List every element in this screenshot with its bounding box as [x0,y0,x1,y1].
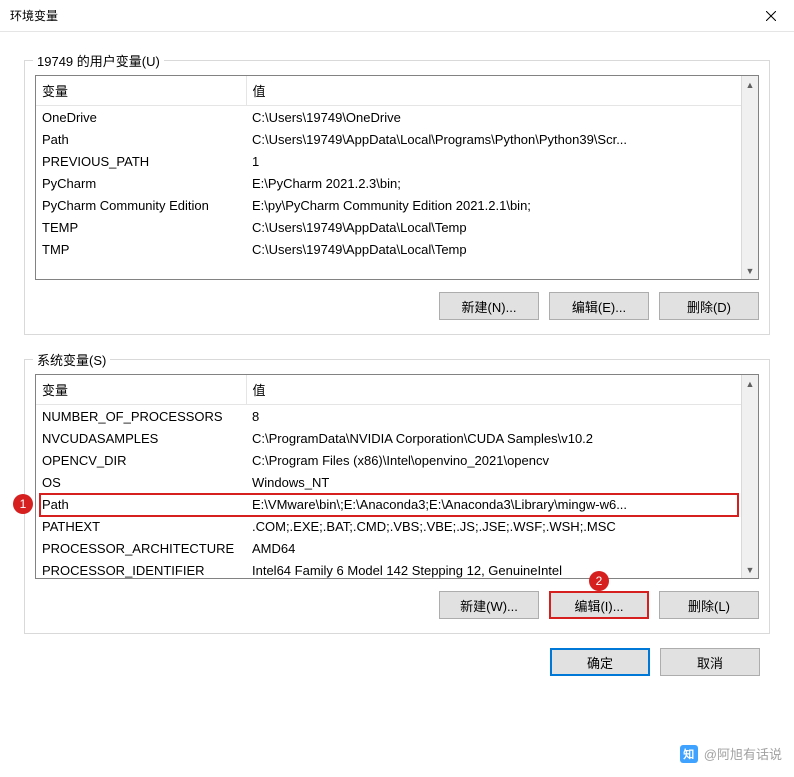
system-table-wrap: 变量 值 NUMBER_OF_PROCESSORS8NVCUDASAMPLESC… [35,374,759,579]
scroll-up-icon[interactable]: ▲ [742,76,758,93]
annotation-marker-2: 2 [589,571,609,591]
window-title: 环境变量 [10,7,58,24]
watermark: 知 @阿旭有话说 [680,744,782,763]
cell-variable: Path [36,493,246,515]
system-table[interactable]: 变量 值 NUMBER_OF_PROCESSORS8NVCUDASAMPLESC… [36,375,741,578]
cell-variable: PREVIOUS_PATH [36,150,246,172]
titlebar: 环境变量 [0,0,794,32]
cell-variable: PyCharm Community Edition [36,194,246,216]
system-delete-button[interactable]: 删除(L) [659,591,759,619]
table-row[interactable]: NVCUDASAMPLESC:\ProgramData\NVIDIA Corpo… [36,427,741,449]
system-scrollbar[interactable]: ▲ ▼ [741,375,758,578]
user-table[interactable]: 变量 值 OneDriveC:\Users\19749\OneDrivePath… [36,76,741,279]
system-button-row: 新建(W)... 编辑(I)... 删除(L) [35,591,759,619]
close-button[interactable] [748,0,794,32]
user-table-wrap: 变量 值 OneDriveC:\Users\19749\OneDrivePath… [35,75,759,280]
cell-value: C:\Users\19749\AppData\Local\Temp [246,216,741,238]
system-edit-button[interactable]: 编辑(I)... [549,591,649,619]
table-row[interactable]: TMPC:\Users\19749\AppData\Local\Temp [36,238,741,260]
cell-variable: PROCESSOR_IDENTIFIER [36,559,246,578]
zhihu-logo-icon: 知 [680,745,698,763]
cell-value: C:\Users\19749\AppData\Local\Temp [246,238,741,260]
cell-variable: NUMBER_OF_PROCESSORS [36,405,246,428]
table-row[interactable]: PathC:\Users\19749\AppData\Local\Program… [36,128,741,150]
cell-value: E:\py\PyCharm Community Edition 2021.2.1… [246,194,741,216]
table-row[interactable]: TEMPC:\Users\19749\AppData\Local\Temp [36,216,741,238]
user-delete-button[interactable]: 删除(D) [659,292,759,320]
user-scrollbar[interactable]: ▲ ▼ [741,76,758,279]
cancel-button[interactable]: 取消 [660,648,760,676]
cell-variable: OS [36,471,246,493]
cell-value: C:\Program Files (x86)\Intel\openvino_20… [246,449,741,471]
cell-variable: NVCUDASAMPLES [36,427,246,449]
user-group-label: 19749 的用户变量(U) [33,51,164,70]
scroll-down-icon[interactable]: ▼ [742,561,758,578]
table-row[interactable]: PATHEXT.COM;.EXE;.BAT;.CMD;.VBS;.VBE;.JS… [36,515,741,537]
table-row[interactable]: NUMBER_OF_PROCESSORS8 [36,405,741,428]
cell-value: E:\PyCharm 2021.2.3\bin; [246,172,741,194]
user-button-row: 新建(N)... 编辑(E)... 删除(D) [35,292,759,320]
table-row[interactable]: OneDriveC:\Users\19749\OneDrive [36,106,741,129]
cell-value: 8 [246,405,741,428]
table-row[interactable]: PROCESSOR_IDENTIFIERIntel64 Family 6 Mod… [36,559,741,578]
user-variables-group: 19749 的用户变量(U) 变量 值 OneDriveC:\Users\197… [24,60,770,335]
table-row[interactable]: PyCharmE:\PyCharm 2021.2.3\bin; [36,172,741,194]
scroll-down-icon[interactable]: ▼ [742,262,758,279]
cell-value: AMD64 [246,537,741,559]
cell-variable: PATHEXT [36,515,246,537]
table-row[interactable]: PathE:\VMware\bin\;E:\Anaconda3;E:\Anaco… [36,493,741,515]
watermark-text: @阿旭有话说 [704,744,782,763]
user-new-button[interactable]: 新建(N)... [439,292,539,320]
table-row[interactable]: OPENCV_DIRC:\Program Files (x86)\Intel\o… [36,449,741,471]
cell-value: .COM;.EXE;.BAT;.CMD;.VBS;.VBE;.JS;.JSE;.… [246,515,741,537]
dialog-content: 19749 的用户变量(U) 变量 值 OneDriveC:\Users\197… [0,32,794,696]
cell-value: C:\ProgramData\NVIDIA Corporation\CUDA S… [246,427,741,449]
ok-button[interactable]: 确定 [550,648,650,676]
system-header-value[interactable]: 值 [246,375,741,405]
cell-value: 1 [246,150,741,172]
cell-variable: OneDrive [36,106,246,129]
scroll-up-icon[interactable]: ▲ [742,375,758,392]
cell-value: Windows_NT [246,471,741,493]
close-icon [766,11,776,21]
table-row[interactable]: PROCESSOR_ARCHITECTUREAMD64 [36,537,741,559]
user-header-variable[interactable]: 变量 [36,76,246,106]
system-group-label: 系统变量(S) [33,350,110,369]
system-variables-group: 系统变量(S) 变量 值 NUMBER_OF_PROCESSORS8NVCUDA… [24,359,770,634]
table-row[interactable]: OSWindows_NT [36,471,741,493]
dialog-button-row: 确定 取消 [20,648,760,676]
cell-value: Intel64 Family 6 Model 142 Stepping 12, … [246,559,741,578]
user-edit-button[interactable]: 编辑(E)... [549,292,649,320]
table-row[interactable]: PREVIOUS_PATH1 [36,150,741,172]
table-row[interactable]: PyCharm Community EditionE:\py\PyCharm C… [36,194,741,216]
user-header-value[interactable]: 值 [246,76,741,106]
annotation-marker-1: 1 [13,494,33,514]
cell-variable: OPENCV_DIR [36,449,246,471]
system-header-variable[interactable]: 变量 [36,375,246,405]
system-new-button[interactable]: 新建(W)... [439,591,539,619]
cell-variable: TMP [36,238,246,260]
cell-value: C:\Users\19749\AppData\Local\Programs\Py… [246,128,741,150]
cell-value: E:\VMware\bin\;E:\Anaconda3;E:\Anaconda3… [246,493,741,515]
cell-variable: PyCharm [36,172,246,194]
cell-value: C:\Users\19749\OneDrive [246,106,741,129]
cell-variable: PROCESSOR_ARCHITECTURE [36,537,246,559]
cell-variable: Path [36,128,246,150]
cell-variable: TEMP [36,216,246,238]
